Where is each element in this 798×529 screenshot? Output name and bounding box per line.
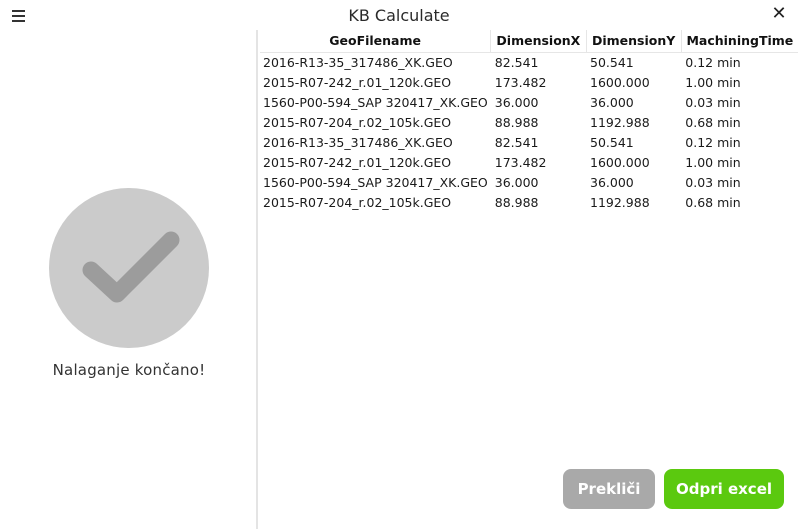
cell-geofilename: 2015-R07-204_r.02_105k.GEO [263,114,452,130]
status-message: Nalaganje končano! [52,361,206,379]
cell-geofilename: 1560-P00-594_SAP 320417_XK.GEO [263,174,488,190]
cell-geofilename: 2015-R07-242_r.01_120k.GEO [263,74,452,90]
table-row[interactable]: 2016-R13-35_317486_XK.GEO 82.541 50.541 … [260,132,798,152]
cell-dimensionx: 173.482 [494,154,547,170]
cell-machiningtime: 0.03 min [685,94,741,110]
table-header-row: GeoFilename DimensionX DimensionY Machin… [260,30,798,53]
cell-machiningtime: 1.00 min [685,154,741,170]
table-row[interactable]: 2015-R07-242_r.01_120k.GEO 173.482 1600.… [260,72,798,92]
cell-dimensiony: 36.000 [590,174,634,190]
cancel-button[interactable]: Prekliči [563,469,655,509]
cell-geofilename: 2016-R13-35_317486_XK.GEO [263,54,453,70]
results-table-area[interactable]: GeoFilename DimensionX DimensionY Machin… [260,30,798,460]
checkmark-icon [49,188,209,348]
cell-dimensiony: 1192.988 [590,114,650,130]
cell-dimensionx: 88.988 [494,194,539,210]
cell-dimensionx: 36.000 [494,94,539,110]
table-row[interactable]: 1560-P00-594_SAP 320417_XK.GEO 36.000 36… [260,92,798,112]
cell-machiningtime: 0.12 min [685,134,741,150]
results-table: GeoFilename DimensionX DimensionY Machin… [260,30,798,212]
cell-geofilename: 2016-R13-35_317486_XK.GEO [263,134,453,150]
table-row[interactable]: 2016-R13-35_317486_XK.GEO 82.541 50.541 … [260,52,798,72]
column-header-machiningtime[interactable]: MachiningTime [681,30,798,53]
cell-dimensiony: 50.541 [590,54,634,70]
open-excel-button[interactable]: Odpri excel [664,469,784,509]
cell-geofilename: 2015-R07-204_r.02_105k.GEO [263,194,452,210]
cell-machiningtime: 1.00 min [685,74,741,90]
cell-machiningtime: 0.12 min [685,54,741,70]
status-panel: Nalaganje končano! [0,30,258,529]
cell-dimensionx: 82.541 [494,134,539,150]
column-header-geofilename[interactable]: GeoFilename [260,30,492,53]
cell-dimensionx: 36.000 [494,174,539,190]
cell-geofilename: 1560-P00-594_SAP 320417_XK.GEO [263,94,488,110]
cell-dimensionx: 88.988 [494,114,539,130]
column-header-dimensionx[interactable]: DimensionX [490,30,587,53]
close-icon[interactable]: ✕ [770,5,788,23]
cell-machiningtime: 0.68 min [685,114,741,130]
title-bar: KB Calculate ✕ [0,0,798,30]
cell-dimensiony: 1192.988 [590,194,650,210]
cell-dimensiony: 50.541 [590,134,634,150]
cell-dimensiony: 1600.000 [590,74,650,90]
table-row[interactable]: 1560-P00-594_SAP 320417_XK.GEO 36.000 36… [260,172,798,192]
cell-dimensionx: 173.482 [494,74,547,90]
table-row[interactable]: 2015-R07-242_r.01_120k.GEO 173.482 1600.… [260,152,798,172]
cell-dimensionx: 82.541 [494,54,539,70]
window-title: KB Calculate [348,6,450,25]
table-row[interactable]: 2015-R07-204_r.02_105k.GEO 88.988 1192.9… [260,192,798,212]
cell-dimensiony: 1600.000 [590,154,650,170]
cell-machiningtime: 0.03 min [685,174,741,190]
cell-geofilename: 2015-R07-242_r.01_120k.GEO [263,154,452,170]
cell-dimensiony: 36.000 [590,94,634,110]
table-row[interactable]: 2015-R07-204_r.02_105k.GEO 88.988 1192.9… [260,112,798,132]
column-header-dimensiony[interactable]: DimensionY [586,30,682,53]
cell-machiningtime: 0.68 min [685,194,741,210]
